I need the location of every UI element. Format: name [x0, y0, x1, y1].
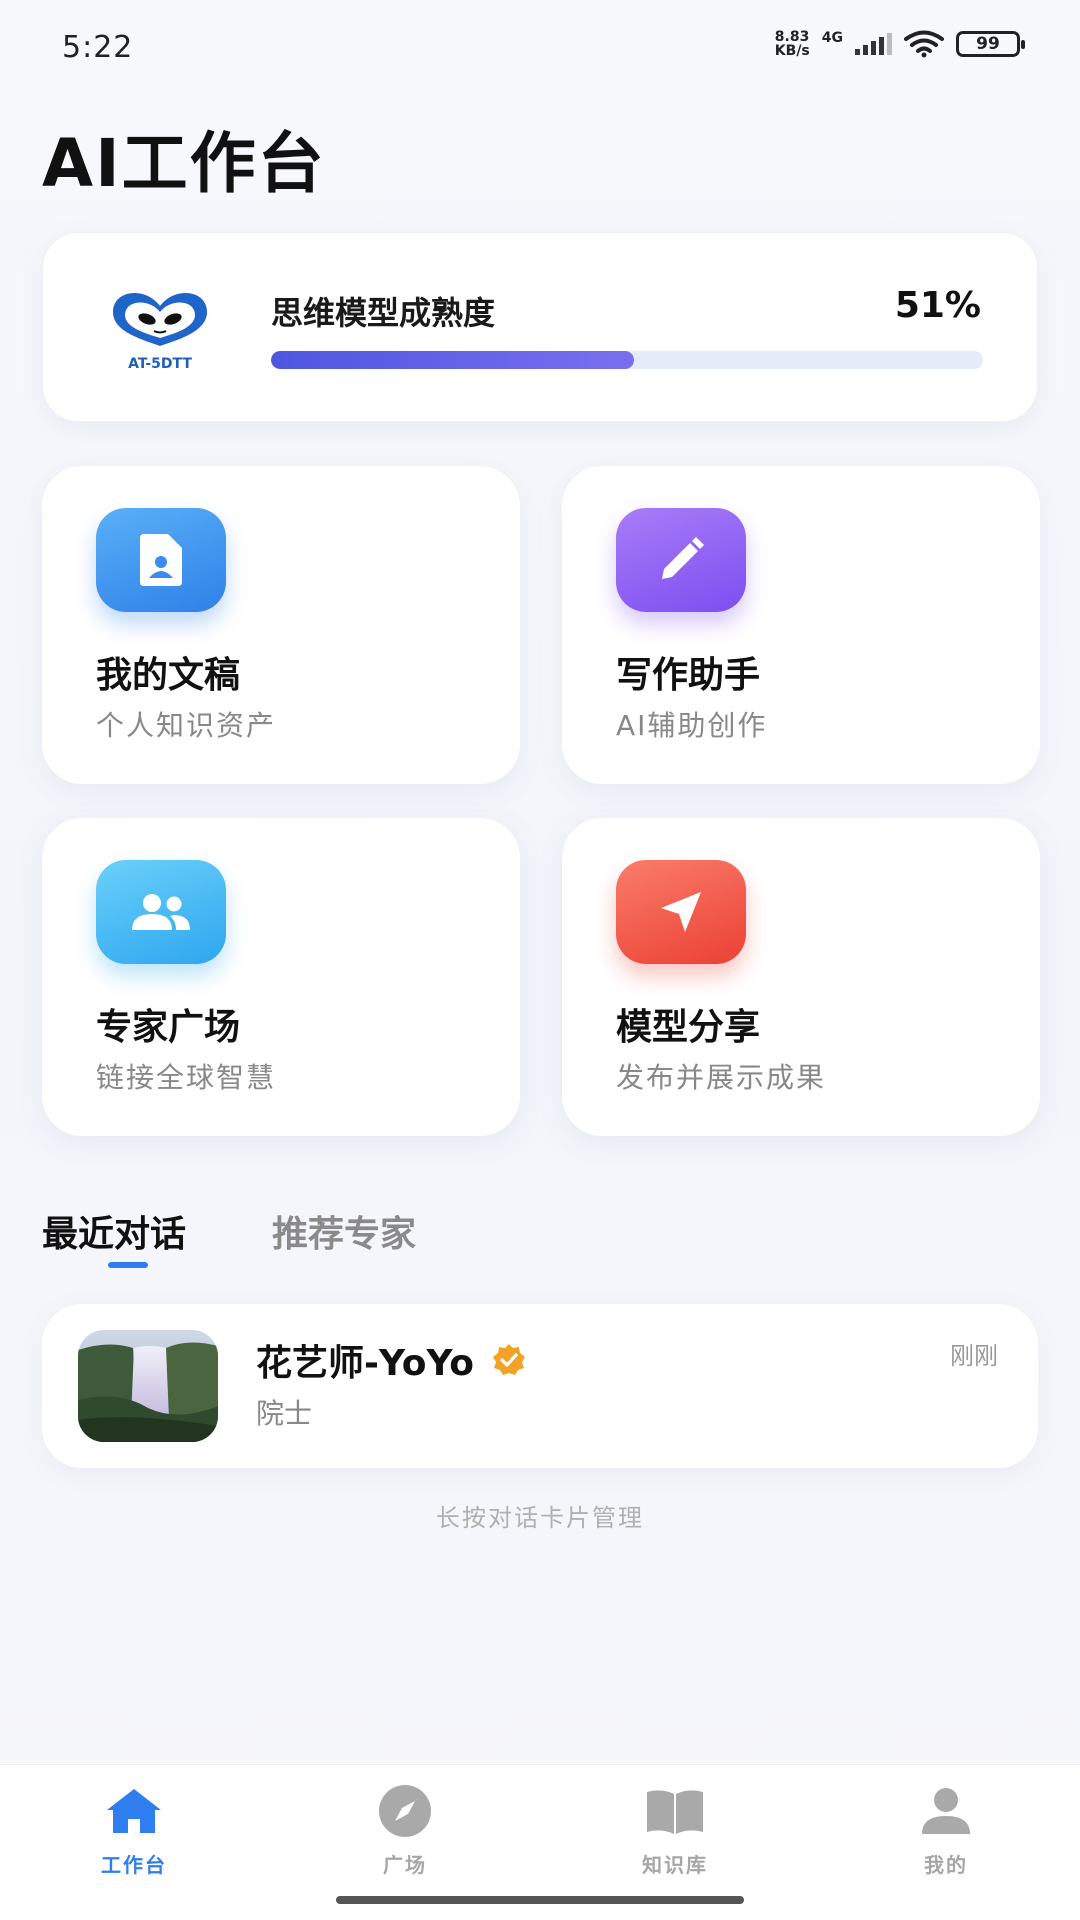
verified-badge-icon [492, 1344, 525, 1375]
tab-indicator [108, 1262, 148, 1268]
maturity-value: 51% [894, 285, 981, 326]
logo-text: AT-5DTT [128, 356, 192, 372]
nav-item-profile[interactable]: 我的 [876, 1783, 1016, 1878]
conversation-name: 花艺师-YoYo [256, 1343, 474, 1384]
send-icon [661, 892, 701, 932]
feature-icon-bg [96, 860, 226, 964]
feature-card-writing-assistant[interactable]: 写作助手 AI辅助创作 [562, 466, 1040, 784]
book-icon [647, 1790, 703, 1834]
group-icon [132, 894, 190, 930]
home-indicator[interactable] [336, 1896, 744, 1904]
document-person-icon [140, 534, 182, 586]
battery-icon: 99 [956, 31, 1025, 57]
feature-subtitle: 链接全球智慧 [96, 1061, 277, 1094]
maturity-progress-fill [271, 351, 635, 369]
compass-icon [379, 1785, 431, 1837]
nav-icon-box [372, 1783, 438, 1839]
avatar [78, 1330, 218, 1442]
nav-label: 广场 [383, 1853, 427, 1877]
feature-card-my-documents[interactable]: 我的文稿 个人知识资产 [42, 466, 520, 784]
conversation-name-row: 花艺师-YoYo [256, 1334, 526, 1386]
nav-label: 我的 [924, 1853, 968, 1877]
waterfall-avatar-image [78, 1330, 218, 1442]
feature-title: 我的文稿 [96, 655, 241, 696]
home-icon [107, 1789, 161, 1833]
net-speed-value: 8.83 [774, 29, 810, 45]
feature-subtitle: AI辅助创作 [616, 709, 768, 742]
feature-subtitle: 发布并展示成果 [616, 1061, 827, 1094]
feature-icon-bg [616, 860, 746, 964]
nav-icon-box [642, 1783, 708, 1839]
nav-icon-box [101, 1783, 167, 1839]
feature-title: 专家广场 [96, 1007, 241, 1048]
nav-label: 知识库 [642, 1853, 708, 1877]
nav-label: 工作台 [101, 1853, 167, 1877]
pencil-icon [662, 537, 704, 579]
nav-icon-box [913, 1783, 979, 1839]
net-speed-unit: KB/s [774, 43, 810, 59]
app-logo: AT-5DTT [105, 288, 215, 372]
status-icons: 8.83 KB/s 4G 99 [775, 30, 1025, 58]
tab-recommended-experts[interactable]: 推荐专家 [272, 1205, 416, 1257]
maturity-progress-track [271, 351, 983, 369]
feature-icon-bg [96, 508, 226, 612]
nav-item-knowledge-base[interactable]: 知识库 [605, 1783, 745, 1878]
maturity-label: 思维模型成熟度 [271, 294, 496, 332]
maturity-card[interactable]: AT-5DTT 思维模型成熟度 51% [42, 232, 1038, 422]
conversation-time: 刚刚 [950, 1342, 998, 1370]
feature-title: 模型分享 [616, 1007, 761, 1048]
nav-item-square[interactable]: 广场 [335, 1783, 475, 1878]
hint-text: 长按对话卡片管理 [436, 1504, 644, 1532]
feature-card-expert-square[interactable]: 专家广场 链接全球智慧 [42, 818, 520, 1136]
status-bar: 5:22 8.83 KB/s 4G 99 [0, 0, 1080, 90]
feature-card-model-share[interactable]: 模型分享 发布并展示成果 [562, 818, 1040, 1136]
status-time: 5:22 [62, 30, 134, 65]
alien-logo-icon [113, 293, 207, 346]
wifi-icon [904, 30, 944, 58]
conversation-role: 院士 [256, 1397, 313, 1430]
user-icon [922, 1788, 970, 1834]
net-speed: 8.83 KB/s [775, 30, 810, 58]
conversation-card[interactable]: 花艺师-YoYo 院士 刚刚 [42, 1304, 1038, 1468]
screen: 5:22 8.83 KB/s 4G 99 AI工作台 AT-5DTT 思维模型成… [0, 0, 1080, 1920]
feature-title: 写作助手 [616, 655, 761, 696]
feature-icon-bg [616, 508, 746, 612]
signal-icon [855, 33, 892, 55]
feature-subtitle: 个人知识资产 [96, 709, 277, 742]
nav-item-workbench[interactable]: 工作台 [64, 1783, 204, 1878]
page-title: AI工作台 [42, 125, 326, 202]
tab-recent-conversations[interactable]: 最近对话 [42, 1205, 186, 1257]
network-type: 4G [821, 30, 843, 46]
